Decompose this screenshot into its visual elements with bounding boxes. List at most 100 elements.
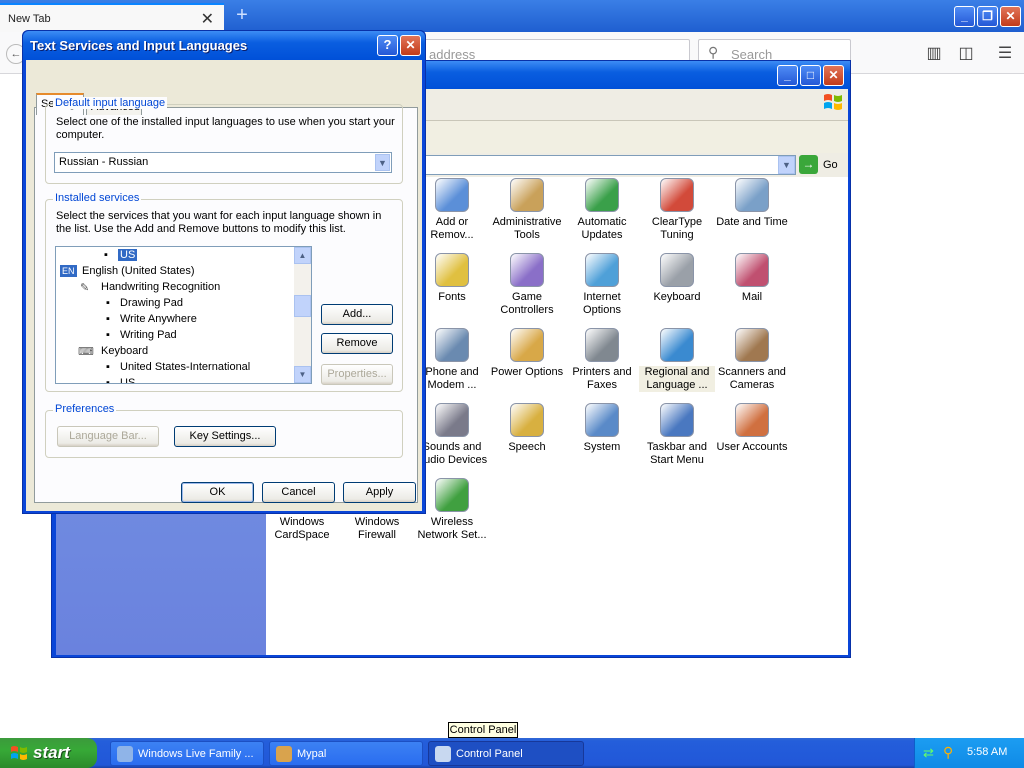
language-bar-button[interactable]: Language Bar... bbox=[57, 426, 159, 447]
cp-item-label: Printers and Faxes bbox=[572, 366, 632, 391]
system-tray: ⇄ ⚲ 5:58 AM bbox=[914, 738, 1024, 768]
library-icon[interactable]: ▥ bbox=[924, 44, 944, 64]
tree-item[interactable]: Write Anywhere bbox=[120, 313, 197, 325]
system-icon bbox=[585, 403, 619, 437]
power-options-icon bbox=[510, 328, 544, 362]
tab-close-icon[interactable]: ✕ bbox=[201, 9, 214, 29]
tree-item[interactable]: Drawing Pad bbox=[120, 297, 183, 309]
cp-item-power-options[interactable]: Power Options bbox=[489, 328, 565, 379]
tree-scrollbar[interactable]: ▲ ▼ bbox=[294, 247, 311, 383]
cp-maximize-button[interactable]: □ bbox=[800, 65, 821, 86]
cp-item-taskbar[interactable]: Taskbar and Start Menu bbox=[639, 403, 715, 467]
cp-minimize-button[interactable]: _ bbox=[777, 65, 798, 86]
cp-item-label: Administrative Tools bbox=[492, 216, 562, 241]
control-panel-icon bbox=[435, 746, 451, 762]
cp-item-admin-tools[interactable]: Administrative Tools bbox=[489, 178, 565, 242]
properties-button[interactable]: Properties... bbox=[321, 364, 393, 385]
cp-close-button[interactable]: ✕ bbox=[823, 65, 844, 86]
cp-item-printers[interactable]: Printers and Faxes bbox=[564, 328, 640, 392]
go-button[interactable]: → Go bbox=[799, 155, 844, 175]
chevron-down-icon[interactable]: ▼ bbox=[778, 156, 795, 174]
cp-item-label: Keyboard bbox=[653, 291, 701, 303]
tree-item[interactable]: United States-International bbox=[120, 361, 250, 373]
add-button[interactable]: Add... bbox=[321, 304, 393, 325]
internet-options-icon bbox=[585, 253, 619, 287]
tree-bullet: ▪ bbox=[106, 361, 110, 373]
cp-item-user-accounts[interactable]: User Accounts bbox=[714, 403, 790, 454]
cp-item-date-time[interactable]: Date and Time bbox=[714, 178, 790, 229]
search-icon[interactable]: ⚲ bbox=[943, 744, 953, 761]
keyboard-icon: ⌨ bbox=[78, 346, 94, 358]
cp-item-label: Automatic Updates bbox=[577, 216, 627, 241]
tree-bullet: ▪ bbox=[106, 297, 110, 309]
dialog-title: Text Services and Input Languages bbox=[30, 38, 248, 53]
taskbar-item-windows-live[interactable]: Windows Live Family ... bbox=[110, 741, 264, 766]
tree-item[interactable]: Writing Pad bbox=[120, 329, 177, 341]
scroll-down-icon[interactable]: ▼ bbox=[294, 366, 311, 383]
browser-minimize-button[interactable]: _ bbox=[954, 6, 975, 27]
cleartype-icon bbox=[660, 178, 694, 212]
installed-services-description: Select the services that you want for ea… bbox=[56, 210, 382, 235]
browser-tab[interactable]: New Tab ✕ bbox=[0, 3, 224, 32]
cancel-button[interactable]: Cancel bbox=[262, 482, 335, 503]
cp-item-automatic-updates[interactable]: Automatic Updates bbox=[564, 178, 640, 242]
default-language-description: Select one of the installed input langua… bbox=[56, 116, 395, 141]
scroll-thumb[interactable] bbox=[294, 295, 311, 317]
cp-item-regional-language[interactable]: Regional and Language ... bbox=[639, 328, 715, 392]
tree-item[interactable]: US bbox=[120, 377, 135, 383]
windows-logo-icon bbox=[11, 746, 27, 760]
cp-item-internet-options[interactable]: Internet Options bbox=[564, 253, 640, 317]
tree-item[interactable]: Handwriting Recognition bbox=[101, 281, 220, 293]
new-tab-button[interactable]: + bbox=[232, 3, 252, 27]
cp-item-label: Speech bbox=[508, 441, 546, 453]
phone-modem-icon bbox=[435, 328, 469, 362]
clock: 5:58 AM bbox=[967, 746, 1008, 758]
cp-item-system[interactable]: System bbox=[564, 403, 640, 454]
fonts-icon bbox=[435, 253, 469, 287]
sidebar-icon[interactable]: ◫ bbox=[956, 44, 976, 64]
menu-icon[interactable]: ☰ bbox=[995, 44, 1015, 64]
cp-item-speech[interactable]: Speech bbox=[489, 403, 565, 454]
browser-close-button[interactable]: ✕ bbox=[1000, 6, 1021, 27]
dialog-title-bar[interactable]: Text Services and Input Languages ? ✕ bbox=[23, 31, 425, 60]
cp-item-game-controllers[interactable]: Game Controllers bbox=[489, 253, 565, 317]
default-language-select[interactable]: Russian - Russian ▼ bbox=[54, 152, 392, 173]
tree-item-selected[interactable]: US bbox=[118, 249, 138, 261]
cp-item-cleartype[interactable]: ClearType Tuning bbox=[639, 178, 715, 242]
taskbar-item-mypal[interactable]: Mypal bbox=[269, 741, 423, 766]
taskbar-item-label: Windows Live Family ... bbox=[138, 748, 254, 760]
scroll-up-icon[interactable]: ▲ bbox=[294, 247, 311, 264]
game-controllers-icon bbox=[510, 253, 544, 287]
chevron-down-icon[interactable]: ▼ bbox=[375, 154, 390, 171]
add-remove-programs-icon bbox=[435, 178, 469, 212]
key-settings-button[interactable]: Key Settings... bbox=[174, 426, 276, 447]
start-button[interactable]: start bbox=[0, 738, 97, 768]
tree-item[interactable]: English (United States) bbox=[82, 265, 195, 277]
taskbar-item-label: Mypal bbox=[297, 748, 327, 760]
cp-item-label: Wireless Network Set... bbox=[417, 516, 487, 541]
taskbar-item-control-panel[interactable]: Control Panel bbox=[428, 741, 584, 766]
date-time-icon bbox=[735, 178, 769, 212]
installed-services-tree[interactable]: ▪ US EN English (United States) ✎ Handwr… bbox=[55, 246, 312, 384]
cp-item-scanners[interactable]: Scanners and Cameras bbox=[714, 328, 790, 392]
cp-item-keyboard[interactable]: Keyboard bbox=[639, 253, 715, 304]
dialog-close-button[interactable]: ✕ bbox=[400, 35, 421, 56]
browser-restore-button[interactable]: ❐ bbox=[977, 6, 998, 27]
printers-icon bbox=[585, 328, 619, 362]
remove-button[interactable]: Remove bbox=[321, 333, 393, 354]
mypal-icon bbox=[276, 746, 292, 762]
keyboard-icon bbox=[660, 253, 694, 287]
admin-tools-icon bbox=[510, 178, 544, 212]
cp-item-label: System bbox=[583, 441, 621, 453]
network-icon[interactable]: ⇄ bbox=[923, 745, 934, 761]
go-label: Go bbox=[823, 159, 838, 171]
taskbar-item-label: Control Panel bbox=[456, 748, 523, 760]
tree-bullet: ▪ bbox=[106, 313, 110, 325]
help-button[interactable]: ? bbox=[377, 35, 398, 56]
apply-button[interactable]: Apply bbox=[343, 482, 416, 503]
cp-item-mail[interactable]: Mail bbox=[714, 253, 790, 304]
tree-item[interactable]: Keyboard bbox=[101, 345, 148, 357]
ok-button[interactable]: OK bbox=[181, 482, 254, 503]
user-accounts-icon bbox=[735, 403, 769, 437]
tab-title: New Tab bbox=[8, 13, 51, 25]
